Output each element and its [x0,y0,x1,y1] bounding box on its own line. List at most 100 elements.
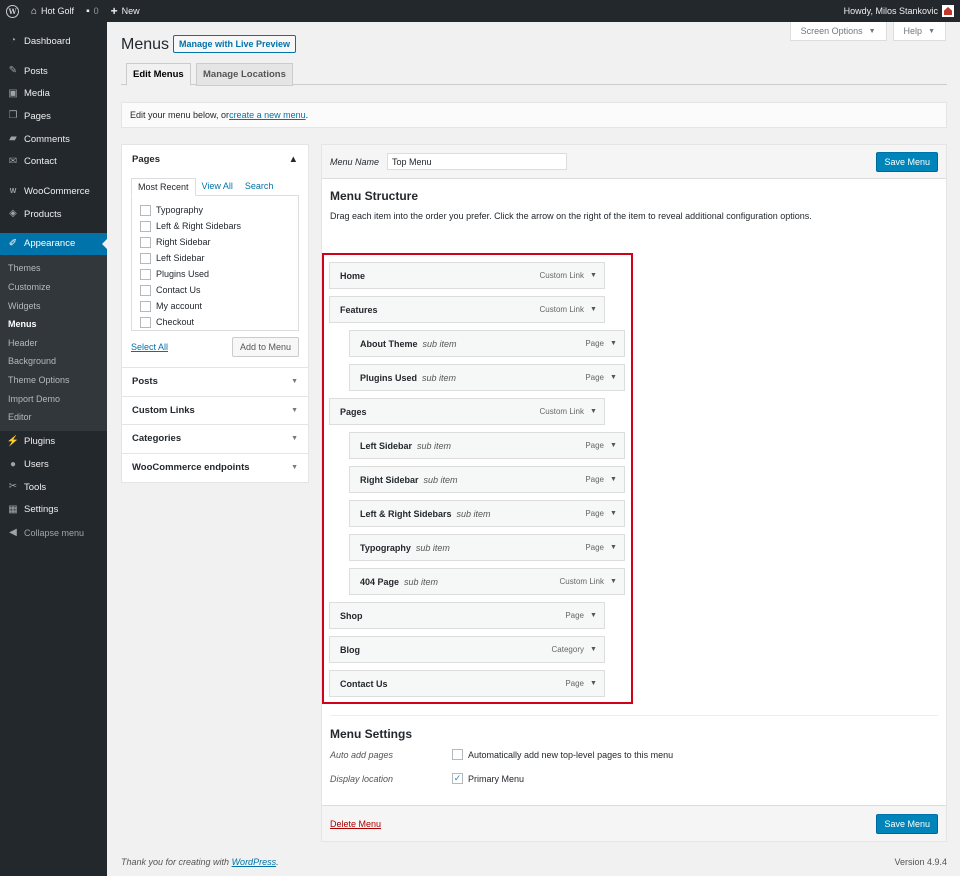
list-item[interactable]: Typography [140,202,298,218]
menu-item[interactable]: 404 Page sub item Custom Link ▼ [349,568,625,595]
tab-view-all[interactable]: View All [196,178,239,196]
submenu-item-editor[interactable]: Editor [0,408,107,427]
caret-down-icon[interactable]: ▼ [590,680,604,687]
menu-item[interactable]: Typography sub item Page ▼ [349,534,625,561]
submenu-item-themes[interactable]: Themes [0,259,107,278]
pages-checklist[interactable]: Typography Left & Right Sidebars Right S… [131,195,299,331]
custom-links-section-header[interactable]: Custom Links ▼ [122,397,308,425]
collapse-menu-button[interactable]: ◀ Collapse menu [0,521,107,544]
caret-down-icon[interactable]: ▼ [590,408,604,415]
menu-name-input[interactable]: Top Menu [387,153,568,170]
tab-search[interactable]: Search [239,178,280,196]
help-button[interactable]: Help ▼ [892,22,946,41]
menu-item[interactable]: Blog Category ▼ [329,636,605,663]
submenu-item-background[interactable]: Background [0,352,107,371]
screen-options-button[interactable]: Screen Options ▼ [789,22,887,41]
list-item[interactable]: Contact Us [140,282,298,298]
menu-item[interactable]: Left Sidebar sub item Page ▼ [349,432,625,459]
caret-down-icon[interactable]: ▼ [610,442,624,449]
checkbox[interactable] [140,220,151,232]
woocommerce-endpoints-section-header[interactable]: WooCommerce endpoints ▼ [122,454,308,483]
submenu-item-header[interactable]: Header [0,334,107,353]
checkbox[interactable] [140,284,151,296]
menu-item[interactable]: Left & Right Sidebars sub item Page ▼ [349,500,625,527]
section-title: Custom Links [132,404,195,416]
list-item[interactable]: Right Sidebar [140,234,298,250]
submenu-item-customize[interactable]: Customize [0,278,107,297]
submenu-item-import-demo[interactable]: Import Demo [0,389,107,408]
list-item[interactable]: Left Sidebar [140,250,298,266]
create-menu-link[interactable]: create a new menu [229,110,306,120]
checkbox[interactable] [140,268,151,280]
sidebar-item-users[interactable]: ● Users [0,453,107,476]
menu-item[interactable]: Right Sidebar sub item Page ▼ [349,466,625,493]
menu-item[interactable]: Features Custom Link ▼ [329,296,605,323]
menu-item[interactable]: Home Custom Link ▼ [329,262,605,289]
new-content-link[interactable]: + New [105,0,146,22]
checkbox[interactable] [140,300,151,312]
site-name-link[interactable]: ⌂ Hot Golf [25,0,80,22]
caret-down-icon[interactable]: ▼ [610,340,624,347]
sidebar-item-settings[interactable]: ▦ Settings [0,499,107,522]
menu-item-subtitle: sub item [422,372,457,383]
collapse-label: Collapse menu [24,527,85,538]
checkbox[interactable] [140,236,151,248]
sidebar-item-contact[interactable]: ✉ Contact [0,150,107,173]
save-menu-button-bottom[interactable]: Save Menu [876,813,938,834]
wp-logo-button[interactable]: W [0,0,25,22]
menu-item[interactable]: Plugins Used sub item Page ▼ [349,364,625,391]
menu-item[interactable]: About Theme sub item Page ▼ [349,330,625,357]
menu-item[interactable]: Shop Page ▼ [329,602,605,629]
sidebar-item-woocommerce[interactable]: W WooCommerce [0,180,107,203]
sidebar-item-posts[interactable]: ✎ Posts [0,60,107,83]
mail-icon: ✉ [8,155,18,167]
submenu-item-widgets[interactable]: Widgets [0,296,107,315]
pages-section-header[interactable]: Pages ▲ [122,145,308,173]
checkbox[interactable] [140,204,151,216]
wordpress-link[interactable]: WordPress [232,857,277,867]
tab-manage-locations[interactable]: Manage Locations [196,63,293,86]
live-preview-button[interactable]: Manage with Live Preview [173,35,297,53]
auto-add-checkbox[interactable] [452,749,463,760]
checkbox[interactable] [140,252,151,264]
list-item[interactable]: Plugins Used [140,266,298,282]
caret-down-icon[interactable]: ▼ [590,272,604,279]
submenu-item-theme-options[interactable]: Theme Options [0,371,107,390]
select-all-link[interactable]: Select All [131,342,168,352]
menu-item[interactable]: Pages Custom Link ▼ [329,398,605,425]
sidebar-item-pages[interactable]: ❐ Pages [0,105,107,128]
sidebar-item-media[interactable]: ▣ Media [0,82,107,105]
caret-down-icon[interactable]: ▼ [590,612,604,619]
menu-item[interactable]: Contact Us Page ▼ [329,670,605,697]
primary-menu-checkbox[interactable]: ✓ [452,773,463,784]
list-item[interactable]: Left & Right Sidebars [140,218,298,234]
sidebar-item-tools[interactable]: ✂ Tools [0,476,107,499]
list-item[interactable]: My account [140,298,298,314]
delete-menu-link[interactable]: Delete Menu [330,819,381,829]
list-item[interactable]: Checkout [140,314,298,330]
comments-link[interactable]: ▪ 0 [80,0,105,22]
tab-most-recent[interactable]: Most Recent [131,178,196,196]
tab-edit-menus[interactable]: Edit Menus [126,63,191,86]
sidebar-item-comments[interactable]: ▰ Comments [0,128,107,151]
caret-down-icon[interactable]: ▼ [610,510,624,517]
submenu-item-menus[interactable]: Menus [0,315,107,334]
caret-down-icon[interactable]: ▼ [610,476,624,483]
add-to-menu-button[interactable]: Add to Menu [231,337,299,357]
caret-down-icon[interactable]: ▼ [590,646,604,653]
save-menu-button[interactable]: Save Menu [876,151,938,172]
sidebar-item-dashboard[interactable]: ◔ Dashboard [0,30,107,53]
caret-down-icon[interactable]: ▼ [610,544,624,551]
posts-section-header[interactable]: Posts ▼ [122,368,308,397]
caret-down-icon[interactable]: ▼ [610,578,624,585]
footer-thankyou: Thank you for creating with WordPress. [121,857,279,867]
sidebar-item-plugins[interactable]: ⚡ Plugins [0,431,107,454]
sidebar-item-products[interactable]: ◈ Products [0,203,107,226]
media-icon: ▣ [8,87,18,99]
categories-section-header[interactable]: Categories ▼ [122,425,308,454]
checkbox[interactable] [140,316,151,328]
caret-down-icon[interactable]: ▼ [610,374,624,381]
my-account-link[interactable]: Howdy, Milos Stankovic [844,5,960,17]
caret-down-icon[interactable]: ▼ [590,306,604,313]
sidebar-item-appearance[interactable]: ✐ Appearance [0,232,107,256]
